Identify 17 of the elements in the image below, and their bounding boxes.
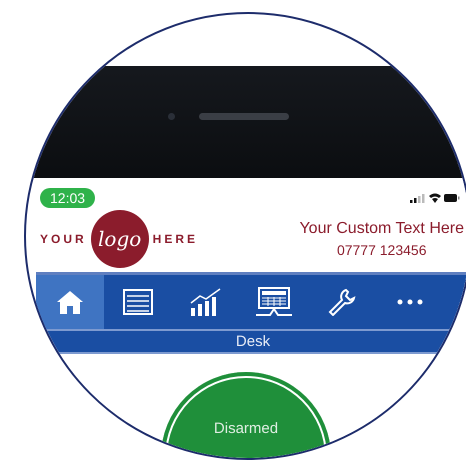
logo-word: YOUR bbox=[40, 232, 87, 246]
keypad-icon bbox=[256, 287, 292, 317]
status-time: 12:03 bbox=[40, 188, 96, 208]
status-button[interactable]: Disarmed bbox=[161, 372, 331, 458]
speaker-icon bbox=[198, 112, 288, 120]
logo-word: HERE bbox=[152, 232, 198, 246]
wrench-icon bbox=[328, 288, 356, 316]
phone-number: 07777 123456 bbox=[336, 242, 426, 258]
home-icon bbox=[55, 289, 85, 315]
more-icon bbox=[397, 299, 423, 305]
list-panel-icon bbox=[123, 289, 153, 315]
status-icons bbox=[410, 191, 460, 205]
camera-icon bbox=[168, 112, 174, 120]
nav-tab[interactable] bbox=[36, 275, 104, 329]
bar-chart-icon bbox=[190, 288, 222, 316]
custom-text: Your Custom Text Here bbox=[299, 220, 464, 238]
logo-badge: logo bbox=[90, 210, 149, 268]
